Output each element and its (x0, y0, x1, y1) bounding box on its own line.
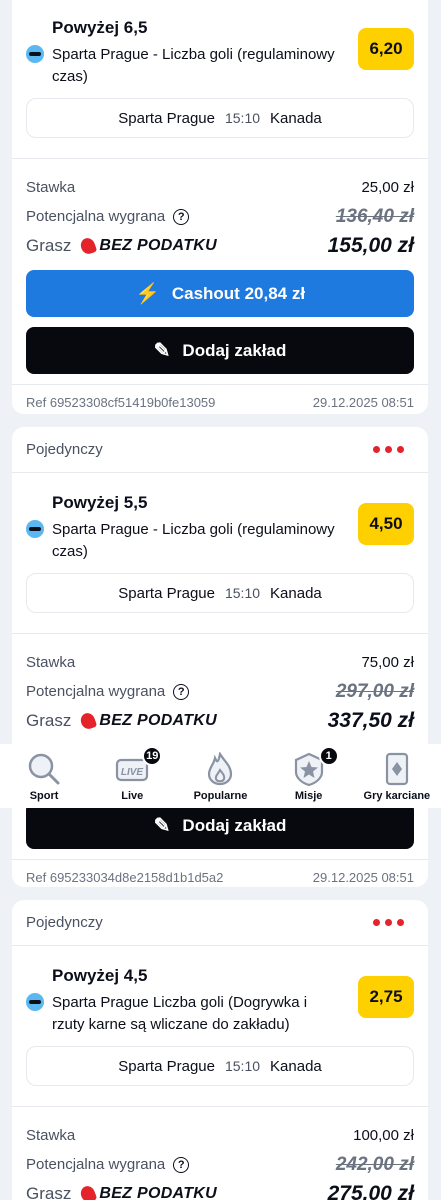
tab-label: Gry karciane (363, 790, 431, 802)
search-icon (27, 752, 61, 786)
help-icon[interactable]: ? (173, 1156, 190, 1173)
tax-free-label: BEZ PODATKU (99, 236, 218, 254)
odds-badge[interactable]: 4,50 (358, 503, 414, 545)
missions-count-badge: 1 (318, 746, 339, 766)
hockey-icon (26, 45, 44, 63)
promo-flame-icon (79, 235, 98, 256)
cashout-label: Cashout 20,84 zł (171, 283, 306, 303)
potential-win-label: Potencjalna wygrana (26, 208, 166, 225)
match-time: 15:10 (224, 1058, 261, 1074)
odds-badge[interactable]: 6,20 (358, 28, 414, 70)
tab-label: Misje (294, 790, 323, 802)
tax-free-label: BEZ PODATKU (99, 711, 218, 729)
match-time: 15:10 (224, 585, 261, 601)
pencil-icon: ✎ (153, 340, 171, 362)
stake-label: Stawka (26, 1127, 76, 1144)
tax-free-label: BEZ PODATKU (99, 1184, 218, 1200)
home-team: Sparta Prague (118, 109, 215, 127)
bet-type: Pojedynczy (26, 914, 103, 931)
potential-win-label: Potencjalna wygrana (26, 1156, 166, 1173)
tab-gry-karciane[interactable]: Gry karciane (357, 752, 437, 802)
bet-card: Powyżej 6,5 Sparta Prague - Liczba goli … (12, 0, 428, 414)
bet-date: 29.12.2025 08:51 (312, 395, 414, 410)
tab-live[interactable]: LIVE 19 Live (92, 746, 172, 802)
potential-win-old: 242,00 zł (335, 1153, 414, 1175)
add-bet-label: Dodaj zakład (182, 340, 287, 360)
tab-label: Popularne (193, 790, 248, 802)
hockey-icon (26, 993, 44, 1011)
match-info[interactable]: Sparta Prague 15:10 Kanada (26, 573, 414, 613)
bet-selection: Powyżej 6,5 Sparta Prague - Liczba goli … (12, 0, 428, 148)
flame-icon (203, 752, 237, 786)
potential-win-label: Potencjalna wygrana (26, 683, 166, 700)
away-team: Kanada (270, 1057, 322, 1075)
tab-misje[interactable]: 1 Misje (269, 746, 349, 802)
home-team: Sparta Prague (118, 1057, 215, 1075)
grasz-label: Grasz (26, 710, 72, 730)
selection-market: Sparta Prague - Liczba goli (regulaminow… (52, 46, 335, 85)
stake-label: Stawka (26, 179, 76, 196)
bet-ref: Ref 695233034d8e2158d1b1d5a2 (26, 870, 224, 885)
bet-ref: Ref 69523308cf51419b0fe13059 (26, 395, 216, 410)
stake-label: Stawka (26, 654, 76, 671)
potential-win-old: 297,00 zł (335, 680, 414, 702)
help-icon[interactable]: ? (173, 683, 190, 700)
stake-value: 100,00 zł (353, 1127, 414, 1144)
cards-icon (380, 752, 414, 786)
potential-win-new: 275,00 zł (327, 1181, 414, 1200)
bet-summary: Stawka 100,00 zł Potencjalna wygrana? 24… (12, 1107, 428, 1200)
selection-market: Sparta Prague Liczba goli (Dogrywka i rz… (52, 994, 308, 1033)
add-bet-label: Dodaj zakład (182, 815, 287, 835)
cashout-icon: ⚡ (134, 283, 160, 305)
svg-text:LIVE: LIVE (121, 767, 144, 778)
bet-selection: Powyżej 4,5 Sparta Prague Liczba goli (D… (12, 946, 428, 1096)
stake-value: 25,00 zł (361, 179, 414, 196)
more-options-icon[interactable] (373, 919, 414, 926)
bet-type: Pojedynczy (26, 441, 103, 458)
tab-label: Live (121, 790, 144, 802)
home-team: Sparta Prague (118, 584, 215, 602)
more-options-icon[interactable] (373, 446, 414, 453)
tab-popularne[interactable]: Popularne (180, 752, 260, 802)
bet-card: Pojedynczy Powyżej 5,5 Sparta Prague - L… (12, 427, 428, 887)
potential-win-new: 155,00 zł (327, 233, 414, 257)
match-info[interactable]: Sparta Prague 15:10 Kanada (26, 98, 414, 138)
cashout-button[interactable]: ⚡ Cashout 20,84 zł (26, 270, 414, 317)
bet-date: 29.12.2025 08:51 (312, 870, 414, 885)
odds-badge[interactable]: 2,75 (358, 976, 414, 1018)
away-team: Kanada (270, 584, 322, 602)
potential-win-new: 337,50 zł (327, 708, 414, 732)
grasz-label: Grasz (26, 1183, 72, 1200)
hockey-icon (26, 520, 44, 538)
help-icon[interactable]: ? (173, 208, 190, 225)
selection-market: Sparta Prague - Liczba goli (regulaminow… (52, 521, 335, 560)
add-bet-button[interactable]: ✎ Dodaj zakład (26, 327, 414, 374)
bet-summary: Stawka 75,00 zł Potencjalna wygrana? 297… (12, 634, 428, 735)
tab-label: Sport (29, 790, 59, 802)
promo-flame-icon (79, 1183, 98, 1200)
stake-value: 75,00 zł (361, 654, 414, 671)
away-team: Kanada (270, 109, 322, 127)
card-header: Pojedynczy (12, 427, 428, 473)
grasz-label: Grasz (26, 235, 72, 255)
match-info[interactable]: Sparta Prague 15:10 Kanada (26, 1046, 414, 1086)
live-count-badge: 19 (142, 746, 163, 766)
promo-flame-icon (79, 710, 98, 731)
ref-row: Ref 69523308cf51419b0fe13059 29.12.2025 … (12, 384, 428, 414)
tab-sport[interactable]: Sport (4, 752, 84, 802)
bet-selection: Powyżej 5,5 Sparta Prague - Liczba goli … (12, 473, 428, 623)
bottom-tab-bar: Sport LIVE 19 Live Popularne 1 Misje Gry… (0, 744, 441, 808)
bet-summary: Stawka 25,00 zł Potencjalna wygrana? 136… (12, 159, 428, 260)
add-bet-button[interactable]: ✎ Dodaj zakład (26, 802, 414, 849)
card-header: Pojedynczy (12, 900, 428, 946)
match-time: 15:10 (224, 110, 261, 126)
bet-card: Pojedynczy Powyżej 4,5 Sparta Prague Lic… (12, 900, 428, 1200)
ref-row: Ref 695233034d8e2158d1b1d5a2 29.12.2025 … (12, 859, 428, 887)
pencil-icon: ✎ (153, 815, 171, 837)
potential-win-old: 136,40 zł (335, 205, 414, 227)
